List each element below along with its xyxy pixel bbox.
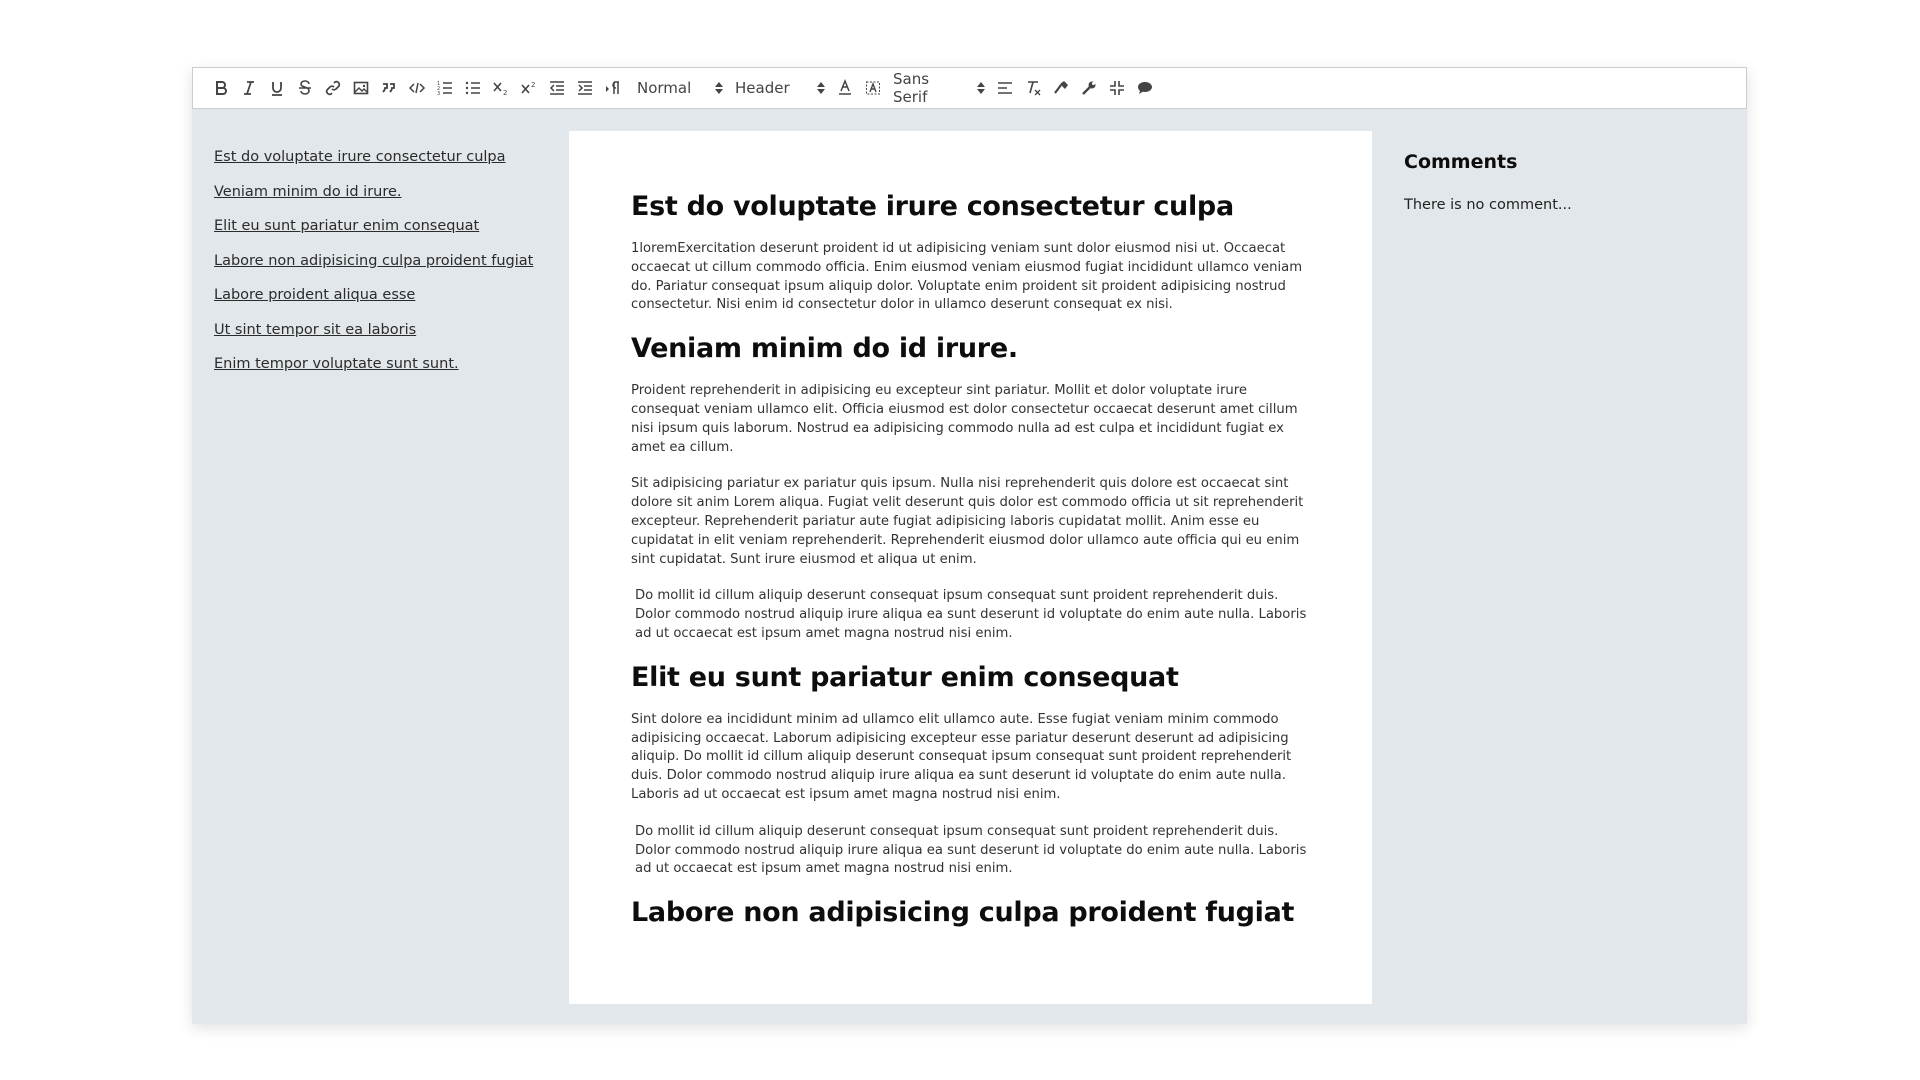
select-caret-icon	[715, 82, 723, 94]
clear-format-icon	[1028, 81, 1041, 96]
font-color-icon	[839, 79, 851, 95]
compress-icon	[1110, 81, 1124, 95]
bold-button[interactable]	[207, 74, 235, 102]
comments-empty-message: There is no comment...	[1404, 197, 1572, 213]
workspace: Est do voluptate irure consectetur culpa…	[192, 109, 1747, 1024]
align-button[interactable]	[991, 74, 1019, 102]
superscript-icon: 2	[521, 81, 535, 94]
align-left-icon	[998, 82, 1012, 94]
section-heading: Labore non adipisicing culpa proident fu…	[631, 897, 1295, 929]
underline-icon	[272, 82, 282, 96]
italic-icon	[244, 81, 254, 95]
comments-title: Comments	[1404, 151, 1518, 173]
header-select[interactable]: Header	[729, 74, 831, 102]
paragraph: Do mollit id cillum aliquip deserunt con…	[635, 588, 1307, 641]
outdent-icon	[549, 81, 564, 95]
clear-format-button[interactable]	[1019, 74, 1047, 102]
strikethrough-icon	[299, 80, 311, 95]
section-heading: Elit eu sunt pariatur enim consequat	[631, 661, 1179, 693]
bullet-list-icon	[465, 81, 480, 95]
format-select-value: Normal	[637, 79, 692, 97]
wrench-icon	[1082, 81, 1096, 95]
font-select[interactable]: Sans Serif	[887, 70, 991, 106]
comment-button[interactable]	[1131, 74, 1159, 102]
ordered-list-icon: 123	[437, 81, 452, 97]
toc-link[interactable]: Labore proident aliqua esse	[214, 287, 554, 306]
svg-text:3: 3	[437, 91, 440, 97]
paragraph: Sint dolore ea incididunt minim ad ullam…	[631, 711, 1292, 802]
quote-icon	[382, 83, 395, 93]
paragraph: 1loremExercitation deserunt proident id …	[631, 241, 1303, 313]
format-select[interactable]: Normal	[631, 74, 729, 102]
font-select-value: Sans Serif	[893, 70, 930, 106]
outdent-button[interactable]	[543, 74, 571, 102]
text-direction-icon	[606, 81, 619, 94]
image-icon	[353, 81, 369, 95]
toolbar: 123 2 2 Normal Header Sans Serif	[192, 67, 1747, 109]
toc-link[interactable]: Enim tempor voluptate sunt sunt.	[214, 356, 554, 375]
background-color-icon	[866, 81, 880, 95]
indent-button[interactable]	[571, 74, 599, 102]
italic-button[interactable]	[235, 74, 263, 102]
toc-link[interactable]: Ut sint tempor sit ea laboris	[214, 322, 554, 341]
select-caret-icon	[977, 82, 985, 94]
paragraph: Do mollit id cillum aliquip deserunt con…	[635, 823, 1307, 877]
comment-icon	[1138, 82, 1152, 94]
bullet-list-button[interactable]	[459, 74, 487, 102]
toc-link[interactable]: Elit eu sunt pariatur enim consequat	[214, 218, 554, 237]
editor: 123 2 2 Normal Header Sans Serif Est do …	[192, 67, 1747, 1024]
image-button[interactable]	[347, 74, 375, 102]
underline-button[interactable]	[263, 74, 291, 102]
ordered-list-button[interactable]: 123	[431, 74, 459, 102]
comments-panel: Comments There is no comment...	[1404, 151, 1724, 213]
font-color-button[interactable]	[831, 74, 859, 102]
paragraph: Proident reprehenderit in adipisicing eu…	[631, 383, 1298, 455]
exit-fullscreen-button[interactable]	[1103, 74, 1131, 102]
table-of-contents: Est do voluptate irure consectetur culpa…	[214, 149, 554, 391]
code-icon	[408, 82, 426, 94]
subscript-icon: 2	[493, 82, 507, 97]
section-heading: Est do voluptate irure consectetur culpa	[631, 191, 1234, 222]
wrench-button[interactable]	[1075, 74, 1103, 102]
background-color-button[interactable]	[859, 74, 887, 102]
subscript-button[interactable]: 2	[487, 74, 515, 102]
blockquote-button[interactable]	[375, 74, 403, 102]
code-block-button[interactable]	[403, 74, 431, 102]
toc-link[interactable]: Est do voluptate irure consectetur culpa	[214, 149, 554, 168]
hammer-icon	[1054, 81, 1068, 94]
link-button[interactable]	[319, 74, 347, 102]
bold-icon	[216, 81, 227, 95]
superscript-button[interactable]: 2	[515, 74, 543, 102]
link-icon	[325, 80, 341, 96]
document-page[interactable]: Est do voluptate irure consectetur culpa…	[569, 131, 1372, 1004]
paragraph: Sit adipisicing pariatur ex pariatur qui…	[631, 476, 1304, 567]
indent-icon	[578, 81, 592, 95]
hammer-button[interactable]	[1047, 74, 1075, 102]
header-select-value: Header	[735, 79, 790, 97]
section-heading: Veniam minim do id irure.	[631, 333, 1018, 365]
toc-link[interactable]: Veniam minim do id irure.	[214, 184, 554, 203]
svg-text:2: 2	[503, 89, 507, 97]
text-direction-button[interactable]	[599, 74, 627, 102]
svg-text:2: 2	[531, 81, 535, 89]
toc-link[interactable]: Labore non adipisicing culpa proident fu…	[214, 253, 554, 272]
strike-button[interactable]	[291, 74, 319, 102]
select-caret-icon	[817, 82, 825, 94]
